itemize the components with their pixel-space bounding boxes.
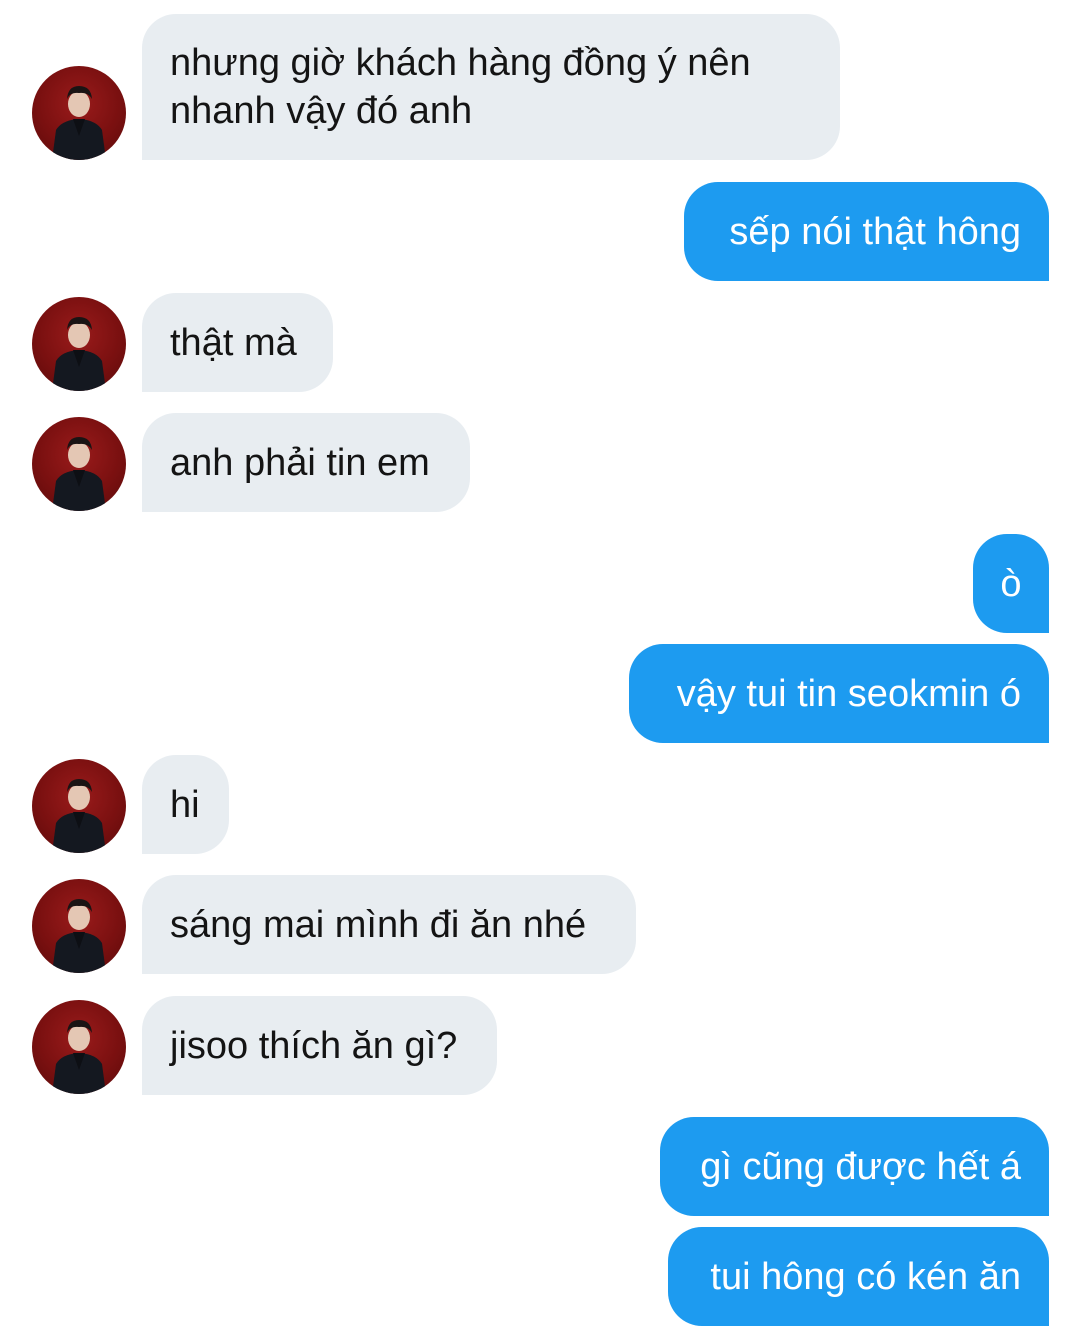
profile-photo-icon bbox=[52, 437, 106, 511]
message-text: thật mà bbox=[170, 321, 297, 364]
message-text: jisoo thích ăn gì? bbox=[170, 1024, 458, 1067]
outgoing-message[interactable]: gì cũng được hết á bbox=[660, 1117, 1049, 1216]
avatar[interactable] bbox=[32, 66, 126, 160]
outgoing-message[interactable]: sếp nói thật hông bbox=[684, 182, 1049, 281]
profile-photo-icon bbox=[52, 86, 106, 160]
message-text: ò bbox=[1000, 562, 1022, 605]
incoming-message[interactable]: jisoo thích ăn gì? bbox=[142, 996, 497, 1095]
incoming-message[interactable]: anh phải tin em bbox=[142, 413, 470, 512]
incoming-message[interactable]: nhưng giờ khách hàng đồng ý nên nhanh vậ… bbox=[142, 14, 840, 160]
profile-photo-icon bbox=[52, 779, 106, 853]
avatar[interactable] bbox=[32, 297, 126, 391]
avatar[interactable] bbox=[32, 417, 126, 511]
profile-photo-icon bbox=[52, 317, 106, 391]
message-text: gì cũng được hết á bbox=[700, 1145, 1021, 1188]
avatar[interactable] bbox=[32, 1000, 126, 1094]
incoming-message[interactable]: thật mà bbox=[142, 293, 333, 392]
message-text: sáng mai mình đi ăn nhé bbox=[170, 903, 587, 946]
avatar[interactable] bbox=[32, 759, 126, 853]
message-text: tui hông có kén ăn bbox=[710, 1255, 1021, 1298]
outgoing-message[interactable]: tui hông có kén ăn bbox=[668, 1227, 1049, 1326]
message-text: hi bbox=[170, 783, 200, 826]
profile-photo-icon bbox=[52, 1020, 106, 1094]
incoming-message[interactable]: hi bbox=[142, 755, 229, 854]
outgoing-message[interactable]: ò bbox=[973, 534, 1049, 633]
profile-photo-icon bbox=[52, 899, 106, 973]
message-text: anh phải tin em bbox=[170, 441, 430, 484]
avatar[interactable] bbox=[32, 879, 126, 973]
incoming-message[interactable]: sáng mai mình đi ăn nhé bbox=[142, 875, 636, 974]
chat-thread: nhưng giờ khách hàng đồng ý nên nhanh vậ… bbox=[0, 0, 1080, 1333]
message-text: sếp nói thật hông bbox=[729, 210, 1021, 253]
message-text: nhưng giờ khách hàng đồng ý nên nhanh vậ… bbox=[170, 42, 751, 132]
outgoing-message[interactable]: vậy tui tin seokmin ó bbox=[629, 644, 1049, 743]
message-text: vậy tui tin seokmin ó bbox=[676, 672, 1021, 715]
